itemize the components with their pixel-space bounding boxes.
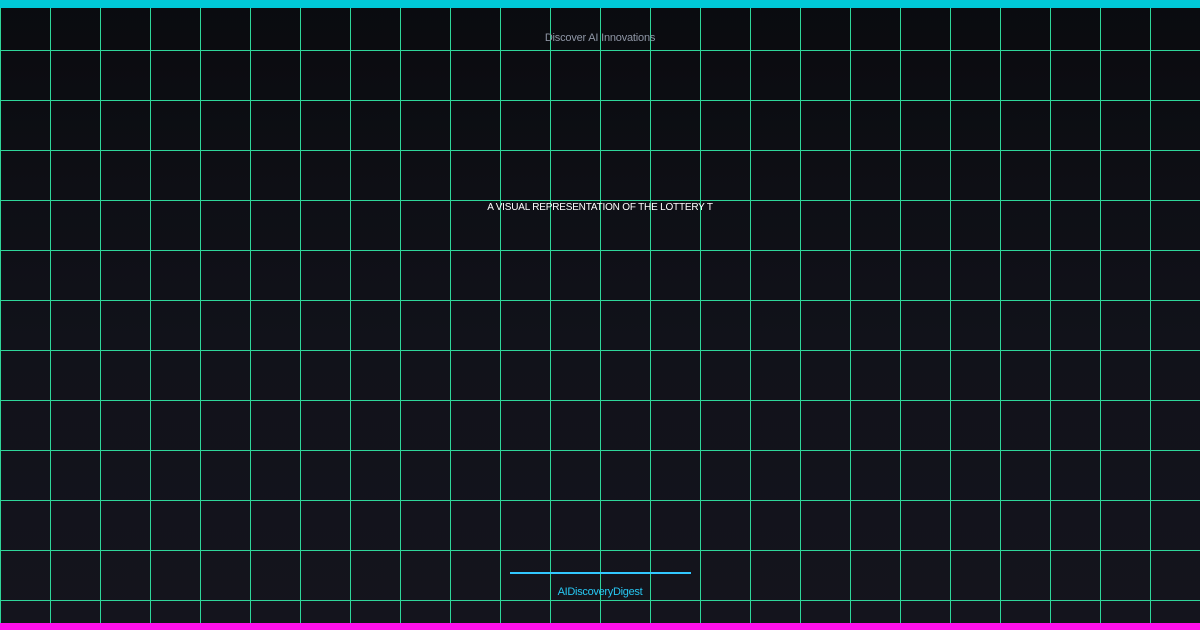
background-grid <box>0 0 1200 630</box>
brand-name: AIDiscoveryDigest <box>557 586 643 598</box>
headline: A VISUAL REPRESENTATION OF THE LOTTERY T <box>487 202 713 213</box>
social-card: Discover AI Innovations A VISUAL REPRESE… <box>0 0 1200 630</box>
top-accent-bar <box>0 0 1200 8</box>
brand-divider <box>510 572 691 574</box>
grid-lines <box>0 0 1200 630</box>
kicker-text: Discover AI Innovations <box>544 32 656 44</box>
bottom-accent-bar <box>0 623 1200 630</box>
